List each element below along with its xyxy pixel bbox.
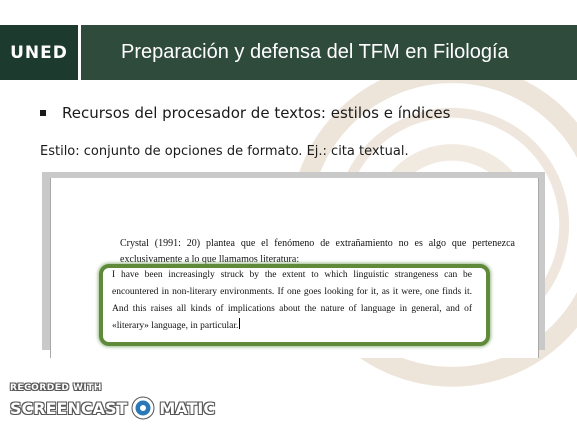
- uned-logo: UNED: [0, 25, 78, 80]
- slide-title: Preparación y defensa del TFM en Filolog…: [81, 25, 577, 80]
- slide-subtitle: Estilo: conjunto de opciones de formato.…: [40, 144, 409, 159]
- block-quote-text: I have been increasingly struck by the e…: [112, 270, 472, 331]
- brand-left-text: SCREENCAST: [10, 398, 128, 418]
- brand-right-text: MATIC: [159, 398, 216, 418]
- recorded-with-label: RECORDED WITH: [10, 383, 102, 393]
- block-quote: I have been increasingly struck by the e…: [112, 267, 472, 335]
- square-bullet-icon: [40, 110, 46, 116]
- text-cursor: [239, 318, 241, 329]
- bullet-text: Recursos del procesador de textos: estil…: [62, 104, 451, 122]
- slide: UNED Preparación y defensa del TFM en Fi…: [0, 0, 577, 432]
- bullet-item: Recursos del procesador de textos: estil…: [40, 104, 450, 122]
- screencast-o-matic-icon: [131, 396, 155, 420]
- document-screenshot: Crystal (1991: 20) plantea que el fenóme…: [42, 172, 545, 358]
- slide-header: UNED Preparación y defensa del TFM en Fi…: [0, 25, 577, 80]
- screencast-o-matic-watermark: SCREENCAST MATIC: [10, 396, 215, 420]
